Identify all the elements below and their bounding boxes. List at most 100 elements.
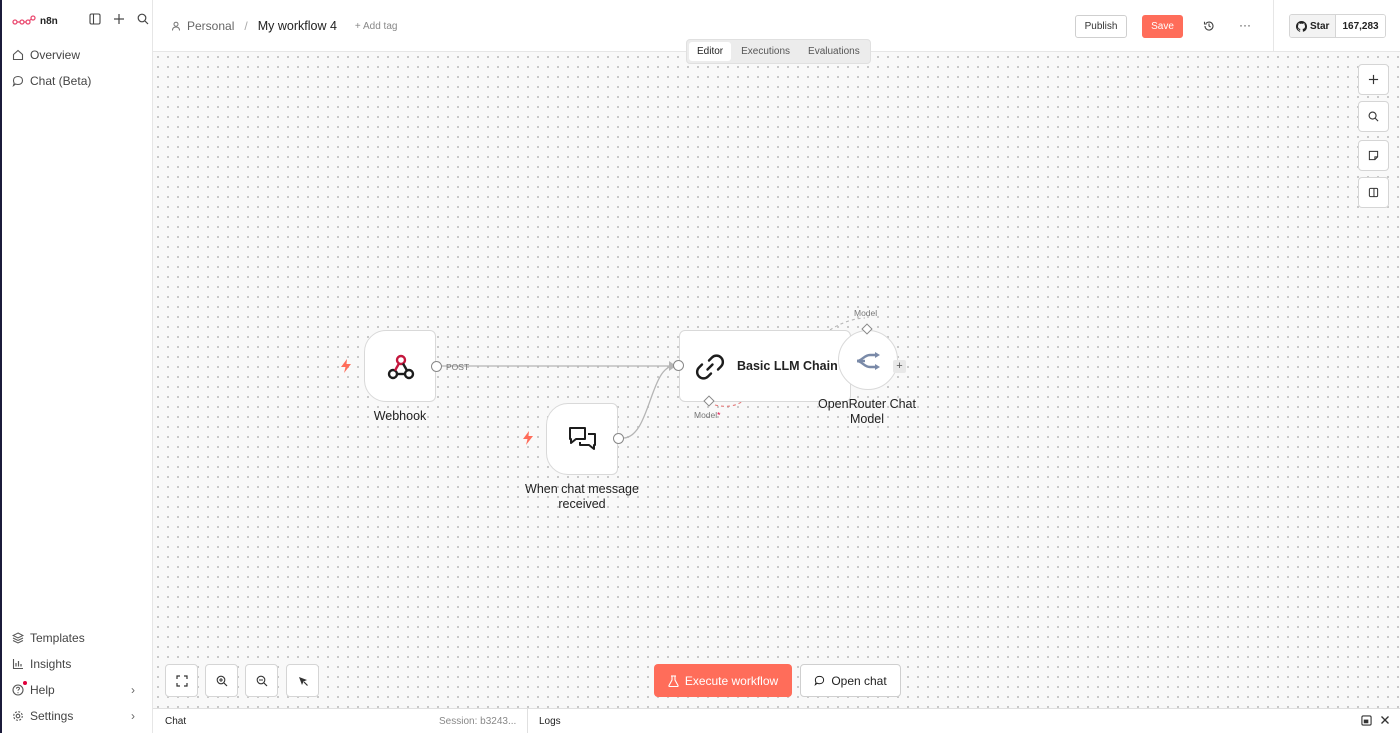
close-icon[interactable] bbox=[1380, 715, 1390, 725]
port-label: Model bbox=[854, 308, 878, 318]
node-openrouter-chat-model[interactable] bbox=[838, 330, 898, 390]
history-icon[interactable] bbox=[1203, 20, 1215, 35]
output-port[interactable] bbox=[613, 433, 624, 444]
logs-panel-tab[interactable]: Logs bbox=[539, 716, 561, 727]
divider bbox=[527, 709, 528, 733]
breadcrumb: Personal / My workflow 4 + Add tag bbox=[171, 19, 397, 33]
open-chat-button[interactable]: Open chat bbox=[800, 664, 901, 697]
bolt-icon bbox=[523, 431, 533, 445]
tab-editor[interactable]: Editor bbox=[689, 42, 732, 61]
port-label-text: Model bbox=[694, 410, 718, 420]
output-label: POST bbox=[446, 362, 470, 372]
divider bbox=[1273, 0, 1274, 52]
plus-icon bbox=[1368, 74, 1379, 85]
tidy-up-button[interactable] bbox=[286, 664, 319, 697]
chat-bubble-icon bbox=[12, 75, 24, 87]
search-icon[interactable] bbox=[136, 12, 150, 26]
node-label: When chat message received bbox=[510, 482, 654, 512]
execute-label: Execute workflow bbox=[684, 673, 779, 688]
more-options-button[interactable]: ··· bbox=[1239, 18, 1251, 32]
node-webhook[interactable] bbox=[364, 330, 436, 402]
notification-dot bbox=[23, 681, 27, 685]
flask-icon bbox=[668, 674, 679, 687]
github-star-button[interactable]: Star bbox=[1290, 15, 1337, 37]
node-label-line: received bbox=[558, 497, 606, 511]
toggle-panel-button[interactable] bbox=[1358, 177, 1389, 208]
webhook-icon bbox=[387, 354, 415, 380]
chat-panel-tab[interactable]: Chat bbox=[165, 716, 186, 727]
zoom-out-button[interactable] bbox=[245, 664, 278, 697]
required-mark: * bbox=[717, 410, 721, 420]
output-port[interactable] bbox=[431, 361, 442, 372]
fit-view-icon bbox=[175, 674, 188, 687]
sidebar-item-help[interactable]: Help › bbox=[12, 681, 145, 699]
node-label-line: When chat message bbox=[525, 482, 639, 496]
n8n-logo-icon bbox=[12, 15, 36, 25]
settings-icon bbox=[13, 711, 23, 721]
openrouter-icon bbox=[856, 352, 880, 370]
sidebar-item-label: Settings bbox=[30, 709, 74, 723]
sidebar-item-chat[interactable]: Chat (Beta) bbox=[12, 72, 91, 90]
add-connection-button[interactable]: + bbox=[893, 360, 906, 373]
node-chat-trigger[interactable] bbox=[546, 403, 618, 475]
tab-evaluations[interactable]: Evaluations bbox=[800, 42, 868, 61]
add-node-button[interactable] bbox=[1358, 64, 1389, 95]
cursor-icon bbox=[298, 676, 308, 686]
home-icon bbox=[12, 49, 24, 61]
input-port[interactable] bbox=[673, 360, 684, 371]
tab-executions[interactable]: Executions bbox=[733, 42, 798, 61]
save-button[interactable]: Save bbox=[1142, 15, 1183, 38]
user-icon bbox=[172, 21, 180, 31]
sidebar-item-insights[interactable]: Insights bbox=[12, 655, 145, 673]
execute-workflow-button[interactable]: Execute workflow bbox=[654, 664, 792, 697]
search-icon bbox=[1368, 111, 1379, 122]
templates-icon bbox=[12, 632, 24, 644]
help-icon bbox=[12, 684, 24, 696]
chevron-right-icon: › bbox=[131, 709, 135, 723]
node-label-line: Model bbox=[849, 412, 885, 426]
breadcrumb-separator: / bbox=[244, 19, 248, 33]
chevron-right-icon: › bbox=[131, 683, 135, 697]
publish-button[interactable]: Publish bbox=[1075, 15, 1127, 38]
add-sticky-button[interactable] bbox=[1358, 140, 1389, 171]
zoom-out-icon bbox=[256, 675, 267, 686]
zoom-in-button[interactable] bbox=[205, 664, 238, 697]
sidebar-item-label: Chat (Beta) bbox=[30, 74, 92, 88]
sidebar: n8n Overview Chat (Beta) Templates Insig… bbox=[0, 0, 153, 733]
sidebar-item-label: Overview bbox=[30, 48, 81, 62]
view-tabs: Editor Executions Evaluations bbox=[686, 39, 871, 64]
bolt-icon bbox=[341, 359, 351, 373]
project-link[interactable]: Personal bbox=[187, 19, 234, 33]
github-star-widget[interactable]: Star 167,283 bbox=[1289, 14, 1386, 38]
search-nodes-button[interactable] bbox=[1358, 101, 1389, 132]
sidebar-item-label: Help bbox=[30, 683, 55, 697]
sidebar-item-overview[interactable]: Overview bbox=[12, 46, 80, 64]
github-icon bbox=[1296, 20, 1307, 32]
sidebar-toggle-icon[interactable] bbox=[88, 12, 102, 26]
chat-messages-icon bbox=[569, 427, 596, 450]
github-star-count: 167,283 bbox=[1336, 15, 1385, 37]
link-icon bbox=[695, 354, 725, 380]
chat-bubble-icon bbox=[814, 675, 825, 686]
session-id: Session: b3243... bbox=[439, 716, 517, 727]
sidebar-item-settings[interactable]: Settings › bbox=[12, 707, 145, 725]
sidebar-item-label: Templates bbox=[30, 631, 85, 645]
add-tag-button[interactable]: + Add tag bbox=[355, 21, 398, 32]
github-star-label: Star bbox=[1310, 20, 1330, 32]
fit-view-button[interactable] bbox=[165, 664, 198, 697]
insights-icon bbox=[12, 659, 23, 670]
sidebar-item-templates[interactable]: Templates bbox=[12, 629, 145, 647]
node-label: OpenRouter Chat Model bbox=[808, 397, 926, 427]
app-name: n8n bbox=[40, 15, 58, 27]
workflow-name[interactable]: My workflow 4 bbox=[258, 19, 337, 33]
app-logo[interactable]: n8n bbox=[12, 12, 58, 30]
node-basic-llm-chain[interactable]: Basic LLM Chain bbox=[679, 330, 851, 402]
plus-icon[interactable] bbox=[112, 12, 126, 26]
bottom-panel: Chat Session: b3243... Logs bbox=[153, 708, 1400, 733]
node-label: Webhook bbox=[373, 409, 427, 423]
zoom-in-icon bbox=[216, 675, 227, 686]
popout-icon[interactable] bbox=[1361, 715, 1372, 726]
panel-icon bbox=[1368, 187, 1379, 198]
sticky-note-icon bbox=[1368, 150, 1379, 161]
sidebar-item-label: Insights bbox=[30, 657, 72, 671]
